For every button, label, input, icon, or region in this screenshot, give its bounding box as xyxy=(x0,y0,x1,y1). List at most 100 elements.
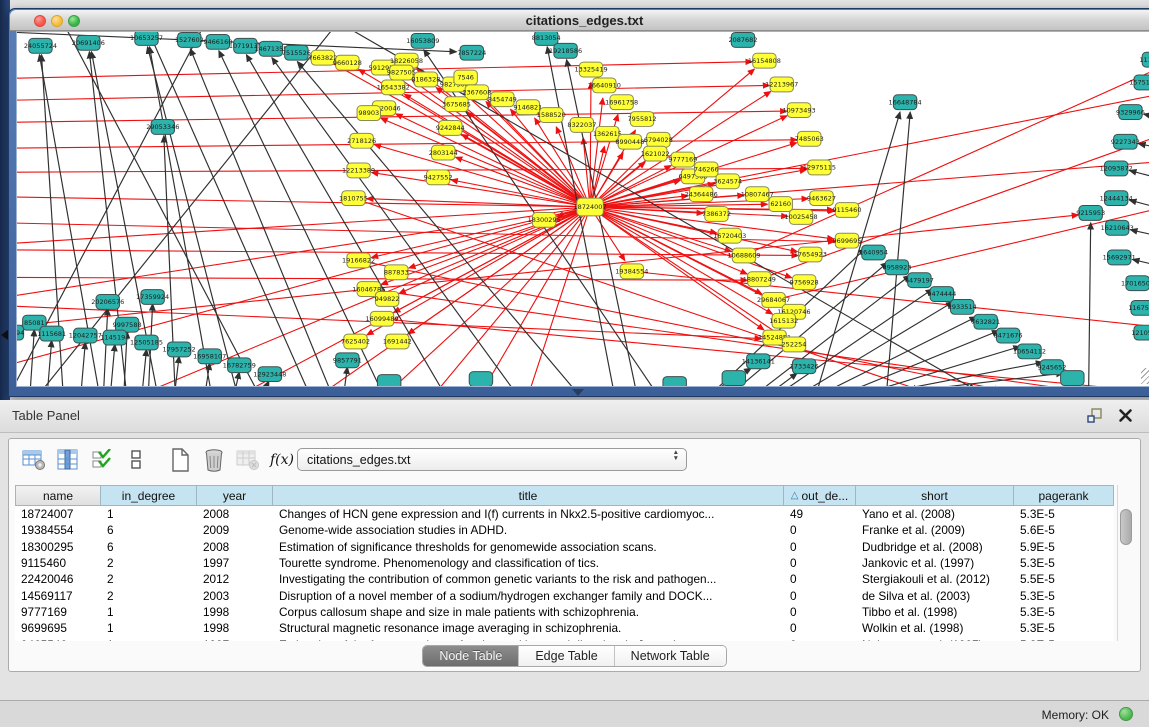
graph-node[interactable]: 7515526 xyxy=(282,45,311,60)
table-cell[interactable]: 9777169 xyxy=(15,604,101,620)
graph-node[interactable]: 19384554 xyxy=(615,264,648,279)
function-builder-icon[interactable]: f(x) xyxy=(267,446,297,474)
graph-node[interactable]: 17957252 xyxy=(163,342,196,357)
graph-hub-node[interactable]: 18724007 xyxy=(573,198,606,216)
graph-node[interactable] xyxy=(1061,371,1084,386)
graph-node[interactable]: 12444134 xyxy=(1100,191,1133,206)
tab-node-table[interactable]: Node Table xyxy=(423,646,518,666)
graph-node[interactable]: 1210554 xyxy=(1131,325,1149,340)
table-cell[interactable]: 19384554 xyxy=(15,522,101,538)
graph-node[interactable]: 10973493 xyxy=(783,103,816,118)
graph-node[interactable]: 12975115 xyxy=(803,160,836,175)
table-cell[interactable]: 2008 xyxy=(197,506,273,522)
close-panel-icon[interactable] xyxy=(1118,408,1133,423)
graph-node[interactable]: 16099489 xyxy=(365,311,398,326)
graph-node[interactable]: 8958923 xyxy=(882,260,911,275)
table-cell[interactable]: 5.9E-5 xyxy=(1014,539,1114,555)
graph-node[interactable]: 1115681 xyxy=(37,326,66,341)
graph-node[interactable]: 887833 xyxy=(384,265,409,280)
table-row[interactable]: 1938455462009Genome-wide association stu… xyxy=(15,522,1114,538)
graph-node[interactable]: 9427552 xyxy=(424,170,453,185)
graph-node[interactable]: 7632821 xyxy=(971,314,1000,329)
table-row[interactable]: 2242004622012Investigating the contribut… xyxy=(15,571,1114,587)
column-header-title[interactable]: title xyxy=(273,485,784,506)
graph-node[interactable]: 9699695 xyxy=(833,233,862,248)
table-cell[interactable]: de Silva et al. (2003) xyxy=(856,587,1014,603)
table-cell[interactable]: 2 xyxy=(101,571,197,587)
table-cell[interactable]: 9699695 xyxy=(15,620,101,636)
graph-node[interactable]: 1588520 xyxy=(537,108,566,123)
table-cell[interactable]: 2003 xyxy=(197,587,273,603)
table-cell[interactable]: 0 xyxy=(784,555,856,571)
table-cell[interactable]: 5.3E-5 xyxy=(1014,604,1114,620)
table-cell[interactable]: 2008 xyxy=(197,539,273,555)
tab-network-table[interactable]: Network Table xyxy=(614,646,726,666)
graph-node[interactable]: 20206576 xyxy=(91,295,124,310)
graph-node[interactable]: 2087682 xyxy=(729,32,758,47)
column-header-pagerank[interactable]: pagerank xyxy=(1014,485,1114,506)
graph-node[interactable]: 1117304 xyxy=(1139,52,1149,67)
table-cell[interactable]: Corpus callosum shape and size in male p… xyxy=(273,604,784,620)
table-cell[interactable]: Tibbo et al. (1998) xyxy=(856,604,1014,620)
table-cell[interactable]: 1998 xyxy=(197,604,273,620)
graph-node[interactable]: 18300295 xyxy=(528,212,561,227)
table-settings-icon[interactable] xyxy=(19,446,49,474)
graph-node[interactable]: 98903 xyxy=(357,106,380,121)
graph-node[interactable]: 7857224 xyxy=(457,45,486,60)
graph-node[interactable]: 8990448 xyxy=(615,134,644,149)
table-cell[interactable]: Changes of HCN gene expression and I(f) … xyxy=(273,506,784,522)
graph-node[interactable]: 3624574 xyxy=(713,174,742,189)
table-cell[interactable]: Tourette syndrome. Phenomenology and cla… xyxy=(273,555,784,571)
graph-node[interactable]: 7546 xyxy=(454,70,477,85)
column-header-year[interactable]: year xyxy=(197,485,273,506)
table-cell[interactable]: 6 xyxy=(101,522,197,538)
graph-node[interactable]: 24364486 xyxy=(685,187,718,202)
graph-node[interactable]: 7386372 xyxy=(702,207,731,222)
tab-edge-table[interactable]: Edge Table xyxy=(518,646,613,666)
table-row[interactable]: 911546021997Tourette syndrome. Phenomeno… xyxy=(15,555,1114,571)
table-cell[interactable]: 0 xyxy=(784,522,856,538)
graph-node[interactable]: 1167533 xyxy=(1128,300,1149,315)
graph-node[interactable]: 24055724 xyxy=(24,38,57,53)
table-cell[interactable]: 5.3E-5 xyxy=(1014,506,1114,522)
graph-node[interactable]: 17654923 xyxy=(794,247,827,262)
table-cell[interactable]: 9115460 xyxy=(15,555,101,571)
graph-node[interactable]: 7485063 xyxy=(795,131,824,146)
graph-node[interactable]: 9242844 xyxy=(436,121,465,136)
graph-node[interactable]: 12213967 xyxy=(765,77,798,92)
graph-node[interactable] xyxy=(377,375,400,386)
graph-node[interactable]: 20691406 xyxy=(72,35,105,50)
graph-node[interactable]: 16720403 xyxy=(713,228,746,243)
graph-node[interactable]: 7955812 xyxy=(628,112,657,127)
graph-node[interactable] xyxy=(722,371,745,386)
table-cell[interactable]: 2012 xyxy=(197,571,273,587)
graph-node[interactable]: 1810755 xyxy=(339,191,368,206)
graph-node[interactable]: 9857791 xyxy=(333,353,362,368)
table-cell[interactable]: 2 xyxy=(101,587,197,603)
graph-node[interactable]: 8471676 xyxy=(994,328,1023,343)
table-cell[interactable]: 5.3E-5 xyxy=(1014,555,1114,571)
graph-node[interactable]: 3675685 xyxy=(442,97,471,112)
graph-node[interactable]: 9215953 xyxy=(1076,206,1105,221)
table-cell[interactable]: Jankovic et al. (1997) xyxy=(856,555,1014,571)
table-cell[interactable]: 18300295 xyxy=(15,539,101,555)
table-cell[interactable]: 5.3E-5 xyxy=(1014,620,1114,636)
table-cell[interactable]: 0 xyxy=(784,604,856,620)
graph-node[interactable]: 1527602 xyxy=(175,32,204,47)
table-row[interactable]: 969969511998Structural magnetic resonanc… xyxy=(15,620,1114,636)
graph-node[interactable]: 10025458 xyxy=(785,209,818,224)
table-cell[interactable]: 1998 xyxy=(197,620,273,636)
table-cell[interactable]: Dudbridge et al. (2008) xyxy=(856,539,1014,555)
graph-node[interactable]: 16640910 xyxy=(588,78,621,93)
graph-node[interactable]: 12093872 xyxy=(1100,161,1133,176)
graph-node[interactable]: 9474444 xyxy=(927,287,956,302)
table-cell[interactable]: Stergiakouli et al. (2012) xyxy=(856,571,1014,587)
table-row[interactable]: 1872400712008Changes of HCN gene express… xyxy=(15,506,1114,522)
table-cell[interactable]: 18724007 xyxy=(15,506,101,522)
graph-node[interactable]: 12213389 xyxy=(342,163,375,178)
graph-node[interactable]: 9756928 xyxy=(790,275,819,290)
table-cell[interactable]: 49 xyxy=(784,506,856,522)
graph-node[interactable]: 17359924 xyxy=(136,290,169,305)
graph-node[interactable]: 1733426 xyxy=(790,359,819,374)
memory-ok-indicator-icon[interactable] xyxy=(1119,707,1133,721)
